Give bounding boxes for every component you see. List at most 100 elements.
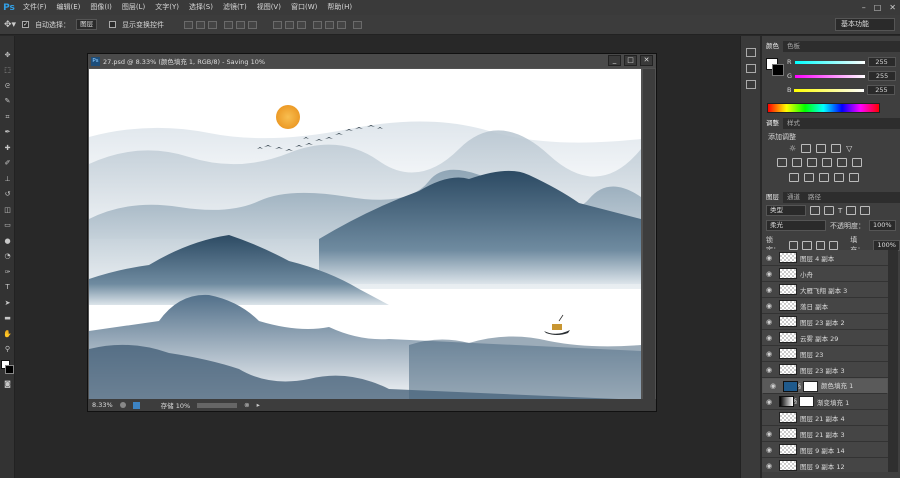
color-bg-swatch[interactable]	[772, 64, 784, 76]
color-balance-icon[interactable]	[792, 158, 802, 167]
gradient-thumbnail[interactable]	[779, 396, 794, 407]
layer-thumbnail[interactable]	[779, 332, 797, 343]
green-value[interactable]: 255	[868, 71, 897, 81]
menu-help[interactable]: 帮助(H)	[322, 0, 357, 15]
eraser-icon[interactable]: ◫	[3, 206, 12, 215]
mask-thumbnail[interactable]	[803, 380, 818, 392]
tab-layers[interactable]: 图层	[762, 192, 783, 203]
character-panel-icon[interactable]	[746, 80, 756, 89]
layer-row[interactable]: ◉ 图层 23 副本 3	[762, 362, 888, 378]
color-spectrum-bar[interactable]	[767, 103, 880, 113]
properties-panel-icon[interactable]	[746, 64, 756, 73]
minimize-button[interactable]: –	[862, 3, 866, 12]
selective-color-icon[interactable]	[849, 173, 859, 182]
blur-tool-icon[interactable]: ●	[3, 237, 12, 246]
align-left-icon[interactable]	[224, 20, 234, 29]
crop-tool-icon[interactable]: ⌗	[3, 113, 12, 122]
maximize-button[interactable]: □	[874, 3, 882, 12]
menu-edit[interactable]: 编辑(E)	[52, 0, 86, 15]
eye-icon[interactable]: ◉	[762, 302, 776, 310]
layer-thumbnail[interactable]	[779, 364, 797, 375]
distribute-hcenter-icon[interactable]	[325, 20, 335, 29]
lock-transparent-icon[interactable]	[789, 240, 799, 250]
align-vcenter-icon[interactable]	[196, 20, 206, 29]
layer-row[interactable]: ◉ 小舟	[762, 266, 888, 282]
eye-icon[interactable]: ◉	[762, 270, 776, 278]
blue-track[interactable]	[794, 88, 865, 92]
move-tool-icon[interactable]: ✥	[3, 51, 12, 60]
align-top-icon[interactable]	[184, 20, 194, 29]
distribute-right-icon[interactable]	[337, 20, 347, 29]
menu-type[interactable]: 文字(Y)	[150, 0, 184, 15]
status-menu-arrow-icon[interactable]: ▸	[257, 401, 260, 409]
layer-thumbnail[interactable]	[779, 268, 797, 279]
layer-thumbnail[interactable]	[779, 444, 797, 455]
levels-icon[interactable]	[801, 144, 812, 153]
tab-adjustments[interactable]: 调整	[762, 118, 783, 129]
link-icon[interactable]: §	[794, 398, 797, 405]
layer-thumbnail[interactable]	[779, 428, 797, 439]
green-track[interactable]	[795, 74, 866, 78]
heal-brush-icon[interactable]: ✚	[3, 144, 12, 153]
layer-row[interactable]: ◉ 图层 9 副本 12	[762, 458, 888, 472]
color-lookup-icon[interactable]	[852, 158, 862, 167]
layer-thumbnail[interactable]	[779, 252, 797, 263]
zoom-tool-icon[interactable]: ⚲	[3, 345, 12, 354]
stamp-tool-icon[interactable]: ⊥	[3, 175, 12, 184]
eye-icon[interactable]: ◉	[762, 398, 776, 406]
menu-select[interactable]: 选择(S)	[184, 0, 218, 15]
doc-close-button[interactable]: ✕	[640, 55, 653, 66]
filter-pixel-icon[interactable]	[810, 206, 820, 215]
menu-layer[interactable]: 图层(L)	[117, 0, 150, 15]
shape-tool-icon[interactable]: ▬	[3, 314, 12, 323]
path-select-icon[interactable]: ➤	[3, 299, 12, 308]
eye-icon[interactable]: ◉	[766, 382, 780, 391]
layer-thumbnail[interactable]	[779, 348, 797, 359]
document-vertical-scrollbar[interactable]	[643, 69, 655, 400]
tab-swatches[interactable]: 色板	[783, 41, 804, 52]
layer-row[interactable]: ◉ 图层 23	[762, 346, 888, 362]
exposure-icon[interactable]	[831, 144, 842, 153]
layer-thumbnail[interactable]	[779, 412, 797, 423]
layer-row[interactable]: 图层 21 副本 4	[762, 410, 888, 426]
blend-mode-dropdown[interactable]: 柔光	[766, 220, 826, 231]
menu-window[interactable]: 窗口(W)	[286, 0, 322, 15]
red-track[interactable]	[794, 60, 865, 64]
eye-icon[interactable]: ◉	[762, 366, 776, 374]
distribute-left-icon[interactable]	[313, 20, 323, 29]
lasso-tool-icon[interactable]: ᘓ	[3, 82, 12, 91]
doc-minimize-button[interactable]: _	[608, 55, 621, 66]
menu-filter[interactable]: 滤镜(T)	[218, 0, 252, 15]
mask-thumbnail[interactable]	[799, 396, 814, 407]
layer-row[interactable]: ◉ 图层 23 副本 2	[762, 314, 888, 330]
lock-position-icon[interactable]	[815, 240, 825, 250]
close-button[interactable]: ✕	[889, 3, 896, 12]
menu-view[interactable]: 视图(V)	[252, 0, 286, 15]
background-swatch[interactable]	[5, 365, 14, 374]
distribute-bottom-icon[interactable]	[297, 20, 307, 29]
photo-filter-icon[interactable]	[822, 158, 832, 167]
layer-row[interactable]: ◉ § 渐变填充 1	[762, 394, 888, 410]
type-tool-icon[interactable]: T	[3, 283, 12, 292]
move-tool-icon[interactable]: ✥▾	[4, 20, 16, 30]
align-hcenter-icon[interactable]	[236, 20, 246, 29]
eye-icon[interactable]: ◉	[762, 318, 776, 326]
tab-styles[interactable]: 样式	[783, 118, 804, 129]
curves-icon[interactable]	[816, 144, 827, 153]
dodge-tool-icon[interactable]: ◔	[3, 252, 12, 261]
distribute-vcenter-icon[interactable]	[285, 20, 295, 29]
lock-pixels-icon[interactable]	[802, 240, 812, 250]
link-icon[interactable]: §	[798, 382, 801, 391]
eye-icon[interactable]: ◉	[762, 350, 776, 358]
lock-all-icon[interactable]	[828, 240, 839, 250]
gradient-tool-icon[interactable]: ▭	[3, 221, 12, 230]
auto-select-dropdown[interactable]: 图层	[76, 19, 98, 30]
hand-tool-icon[interactable]: ✋	[3, 330, 12, 339]
align-bottom-icon[interactable]	[208, 20, 218, 29]
layer-row[interactable]: ◉ 落日 副本	[762, 298, 888, 314]
tab-paths[interactable]: 路径	[804, 192, 825, 203]
distribute-top-icon[interactable]	[273, 20, 283, 29]
channel-mixer-icon[interactable]	[837, 158, 847, 167]
red-value[interactable]: 255	[867, 57, 896, 67]
layer-thumbnail[interactable]	[779, 316, 797, 327]
